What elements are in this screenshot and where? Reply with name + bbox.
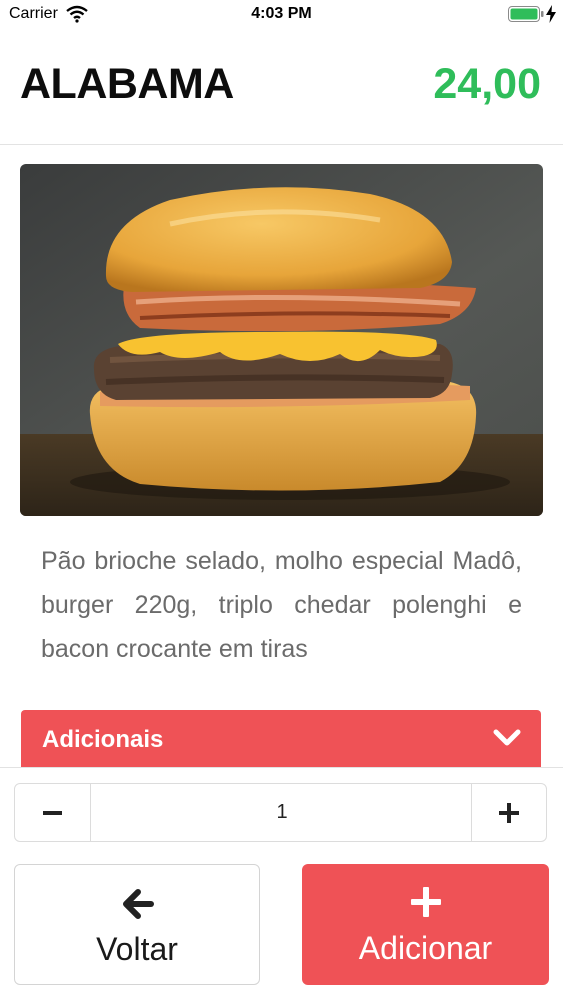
charging-bolt-icon	[546, 5, 556, 23]
product-image	[20, 164, 543, 516]
add-button[interactable]: Adicionar	[302, 864, 549, 985]
back-button[interactable]: Voltar	[14, 864, 260, 985]
battery-icon	[508, 6, 544, 22]
extras-accordion[interactable]: Adicionais	[21, 710, 541, 768]
chevron-down-icon	[493, 729, 521, 746]
burger-photo	[20, 164, 543, 516]
quantity-field[interactable]: 1	[91, 784, 473, 841]
increment-button[interactable]	[471, 784, 546, 841]
decrement-button[interactable]	[15, 784, 91, 841]
arrow-left-icon	[123, 889, 154, 919]
extras-label: Adicionais	[42, 726, 164, 753]
product-price: 24,00	[433, 60, 541, 108]
product-header: ALABAMA 24,00	[0, 30, 563, 145]
status-bar: Carrier 4:03 PM	[0, 0, 563, 30]
product-title: ALABAMA	[20, 60, 234, 108]
product-description: Pão brioche selado, molho especial Madô,…	[41, 547, 522, 663]
status-time: 4:03 PM	[251, 5, 312, 22]
minus-icon	[43, 811, 62, 815]
plus-icon	[411, 887, 441, 917]
back-label: Voltar	[96, 931, 178, 967]
plus-icon	[499, 803, 519, 823]
add-label: Adicionar	[358, 930, 493, 966]
quantity-stepper: 1	[14, 783, 547, 842]
